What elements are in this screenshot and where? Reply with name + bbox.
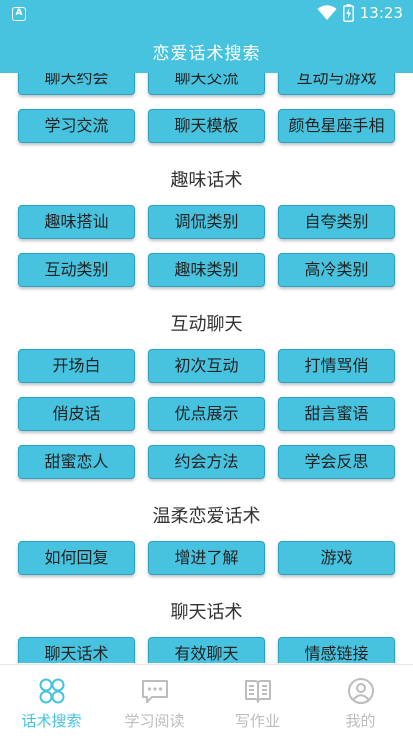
book-icon — [245, 680, 271, 703]
category-button[interactable]: 聊天交流 — [148, 73, 265, 95]
section-title: 互动聊天 — [170, 314, 243, 335]
person-icon — [348, 678, 374, 704]
app-notification-icon: A — [12, 7, 26, 21]
tab-mine[interactable]: 我的 — [309, 665, 412, 736]
category-button[interactable]: 甜言蜜语 — [278, 397, 395, 431]
status-icons: 13:23 — [317, 4, 403, 22]
category-button[interactable]: 聊天模板 — [148, 109, 265, 143]
category-button[interactable]: 游戏 — [278, 541, 395, 575]
category-button[interactable]: 约会方法 — [148, 445, 265, 479]
category-button[interactable]: 初次互动 — [148, 349, 265, 383]
category-button[interactable]: 调侃类别 — [148, 205, 265, 239]
tab-label: 写作业 — [234, 712, 280, 730]
category-button[interactable]: 学习交流 — [18, 109, 135, 143]
category-button[interactable]: 自夸类别 — [278, 205, 395, 239]
tab-homework[interactable]: 写作业 — [206, 665, 309, 736]
category-button[interactable]: 情感链接 — [278, 637, 395, 663]
section-title: 趣味话术 — [170, 170, 243, 191]
category-button[interactable]: 如何回复 — [18, 541, 135, 575]
category-button[interactable]: 高冷类别 — [278, 253, 395, 287]
category-button[interactable]: 优点展示 — [148, 397, 265, 431]
category-button[interactable]: 甜蜜恋人 — [18, 445, 135, 479]
category-button[interactable]: 趣味搭讪 — [18, 205, 135, 239]
tab-label: 学习阅读 — [124, 712, 185, 730]
grid-icon — [39, 678, 65, 704]
wifi-icon — [317, 5, 337, 20]
status-time: 13:23 — [359, 4, 403, 22]
tab-label: 话术搜索 — [21, 712, 82, 730]
status-bar: A 13:23 — [0, 0, 413, 30]
tab-label: 我的 — [345, 712, 376, 730]
category-button[interactable]: 增进了解 — [148, 541, 265, 575]
category-list[interactable]: 聊天约会 聊天交流 互动与游戏学习交流 聊天模板 颜色星座手相趣味话术趣味搭讪 调侃类别自… — [0, 73, 413, 663]
category-button[interactable]: 聊天话术 — [18, 637, 135, 663]
category-button[interactable]: 有效聊天 — [148, 637, 265, 663]
section-title: 聊天话术 — [170, 602, 243, 623]
category-button[interactable]: 打情骂俏 — [278, 349, 395, 383]
section-title: 温柔恋爱话术 — [152, 506, 261, 527]
bottom-tab-bar: 话术搜索 学习阅读 写作业 我的 — [0, 664, 413, 735]
battery-charging-icon — [342, 4, 354, 22]
tab-study-reading[interactable]: 学习阅读 — [103, 665, 206, 736]
category-button[interactable]: 聊天约会 — [18, 73, 135, 95]
app-header: A 13:23 恋爱话术搜索 — [0, 0, 413, 73]
category-button[interactable]: 学会反思 — [278, 445, 395, 479]
category-button[interactable]: 互动类别 — [18, 253, 135, 287]
category-button[interactable]: 颜色星座手相 — [278, 109, 395, 143]
category-button[interactable]: 趣味类别 — [148, 253, 265, 287]
category-button[interactable]: 俏皮话 — [18, 397, 135, 431]
tab-search[interactable]: 话术搜索 — [0, 665, 103, 736]
chat-icon — [142, 680, 168, 703]
category-button[interactable]: 开场白 — [18, 349, 135, 383]
page-title: 恋爱话术搜索 — [152, 44, 261, 64]
category-button[interactable]: 互动与游戏 — [278, 73, 395, 95]
